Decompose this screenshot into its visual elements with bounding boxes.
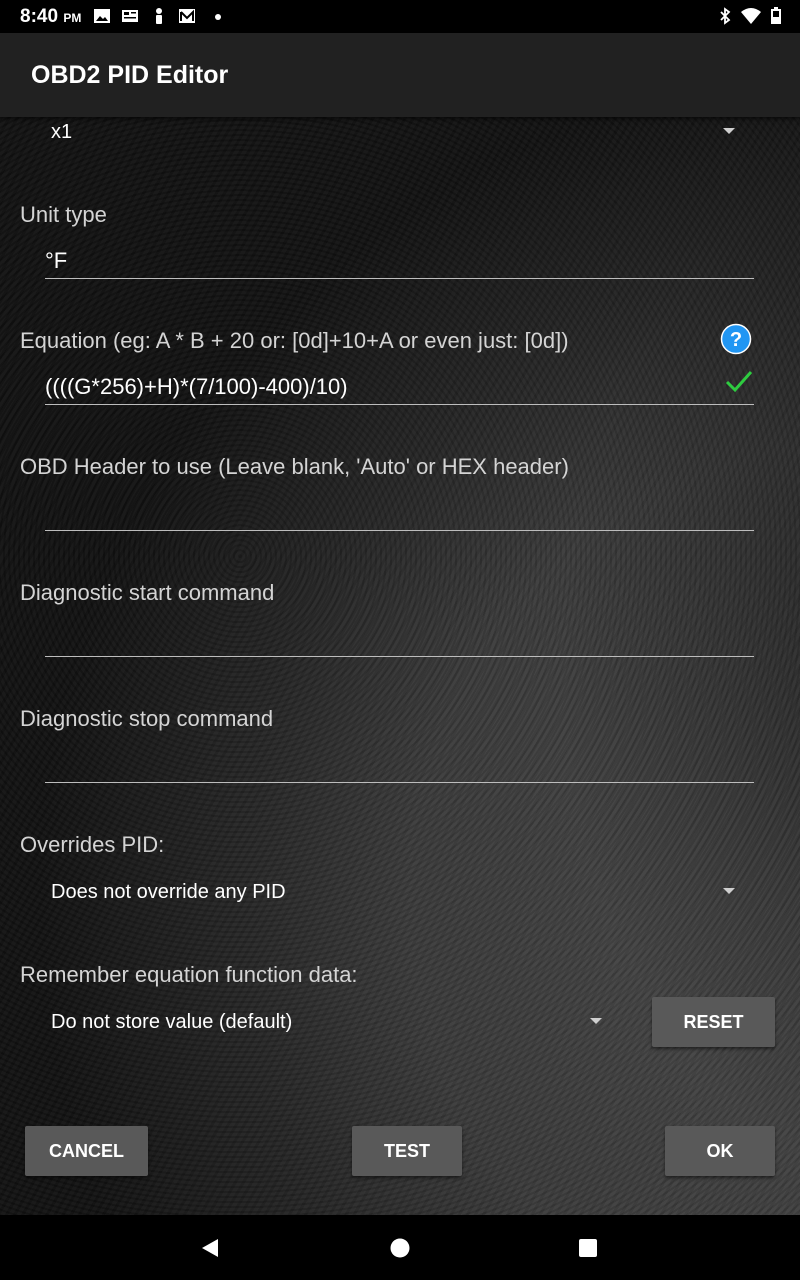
- gallery-icon: [94, 9, 110, 23]
- navigation-bar: [0, 1215, 800, 1280]
- battery-icon: [771, 7, 781, 24]
- recents-square-icon[interactable]: [578, 1238, 598, 1258]
- remember-data-spinner[interactable]: Do not store value (default): [51, 1011, 292, 1034]
- editor-form: x1 Unit type °F Equation (eg: A * B + 20…: [0, 117, 800, 1215]
- wifi-icon: [741, 8, 761, 24]
- test-button[interactable]: TEST: [352, 1126, 462, 1176]
- equation-field[interactable]: ((((G*256)+H)*(7/100)-400)/10): [45, 364, 754, 405]
- obd-header-field[interactable]: [45, 490, 754, 531]
- reset-button[interactable]: RESET: [652, 997, 775, 1047]
- unit-type-field[interactable]: °F: [45, 238, 754, 279]
- help-circle-icon[interactable]: ?: [720, 323, 752, 355]
- ok-button[interactable]: OK: [665, 1126, 775, 1176]
- diag-stop-field[interactable]: [45, 742, 754, 783]
- diag-start-label: Diagnostic start command: [20, 580, 275, 605]
- person-icon: [156, 8, 162, 24]
- mail-icon: [179, 9, 195, 23]
- checkmark-icon: [725, 371, 753, 393]
- chevron-down-icon[interactable]: [723, 128, 735, 134]
- equation-label: Equation (eg: A * B + 20 or: [0d]+10+A o…: [20, 328, 569, 353]
- page-title: OBD2 PID Editor: [31, 61, 229, 89]
- home-circle-icon[interactable]: [389, 1237, 411, 1259]
- diag-stop-label: Diagnostic stop command: [20, 706, 274, 731]
- status-time: 8:40 PM: [20, 6, 81, 28]
- unit-type-value: °F: [45, 248, 68, 273]
- status-ampm: PM: [63, 11, 82, 25]
- overrides-pid-label: Overrides PID:: [20, 832, 165, 857]
- obd-header-label: OBD Header to use (Leave blank, 'Auto' o…: [20, 454, 569, 479]
- bluetooth-icon: [720, 7, 731, 25]
- news-icon: [122, 10, 138, 22]
- status-time-value: 8:40: [20, 6, 59, 27]
- remember-data-label: Remember equation function data:: [20, 962, 358, 987]
- chevron-down-icon[interactable]: [590, 1018, 602, 1024]
- overrides-pid-spinner[interactable]: Does not override any PID: [51, 881, 286, 904]
- diag-start-field[interactable]: [45, 616, 754, 657]
- back-triangle-icon[interactable]: [199, 1237, 221, 1259]
- dot-icon: [215, 14, 221, 20]
- equation-value: ((((G*256)+H)*(7/100)-400)/10): [45, 374, 348, 399]
- cancel-button[interactable]: CANCEL: [25, 1126, 148, 1176]
- chevron-down-icon[interactable]: [723, 888, 735, 894]
- svg-text:?: ?: [730, 329, 742, 351]
- status-bar: 8:40 PM: [0, 0, 800, 33]
- unit-type-label: Unit type: [20, 202, 107, 227]
- app-bar: OBD2 PID Editor: [0, 33, 800, 117]
- scale-spinner[interactable]: x1: [51, 121, 72, 144]
